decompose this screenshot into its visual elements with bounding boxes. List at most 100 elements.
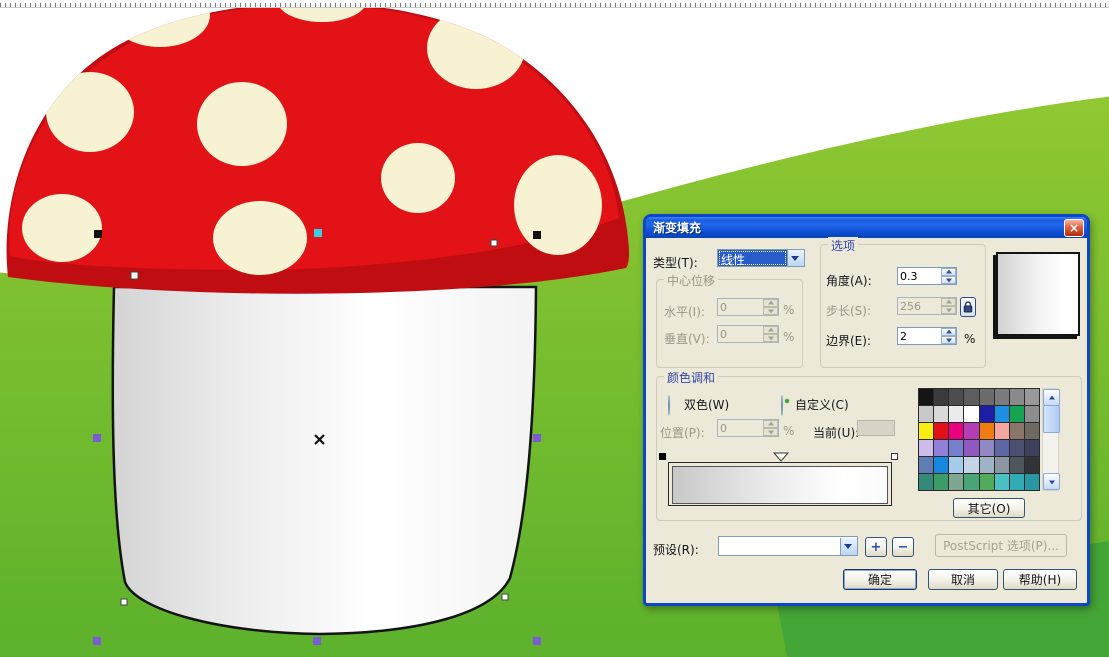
angle-input[interactable] (898, 268, 941, 284)
edge-field[interactable] (897, 327, 957, 345)
palette-swatch[interactable] (979, 474, 994, 490)
palette-swatch[interactable] (964, 389, 979, 405)
palette-swatch[interactable] (934, 406, 949, 422)
spot[interactable] (514, 155, 602, 255)
node-handle-hollow[interactable] (130, 271, 139, 280)
others-button[interactable]: 其它(O) (953, 498, 1025, 518)
ok-button[interactable]: 确定 (843, 569, 917, 590)
palette-swatch[interactable] (934, 457, 949, 473)
palette-swatch[interactable] (1024, 440, 1039, 456)
cancel-button[interactable]: 取消 (928, 569, 998, 590)
angle-field[interactable] (897, 267, 957, 285)
palette-swatch[interactable] (1009, 406, 1024, 422)
selection-handle[interactable] (533, 434, 541, 442)
edge-input[interactable] (898, 328, 941, 344)
palette-swatch[interactable] (949, 423, 964, 439)
palette-swatch[interactable] (1009, 474, 1024, 490)
spot[interactable] (22, 194, 102, 262)
palette-swatch[interactable] (949, 457, 964, 473)
palette-scrollbar[interactable] (1042, 388, 1060, 491)
palette-swatch[interactable] (1024, 389, 1039, 405)
dialog-title: 渐变填充 (653, 221, 702, 235)
palette-swatch[interactable] (949, 474, 964, 490)
palette-swatch[interactable] (1009, 457, 1024, 473)
edge-spinner[interactable] (941, 328, 956, 344)
palette-swatch[interactable] (994, 406, 1009, 422)
palette-swatch[interactable] (964, 423, 979, 439)
palette-swatch[interactable] (994, 423, 1009, 439)
palette-swatch[interactable] (934, 440, 949, 456)
palette-swatch[interactable] (919, 440, 934, 456)
selection-handle[interactable] (93, 637, 101, 645)
scroll-down-icon[interactable] (1043, 473, 1060, 490)
scrollbar-thumb[interactable] (1043, 405, 1060, 433)
help-button[interactable]: 帮助(H) (1003, 569, 1077, 590)
palette-swatch[interactable] (919, 457, 934, 473)
dialog-titlebar[interactable]: 渐变填充 (646, 217, 1087, 238)
palette-swatch[interactable] (994, 474, 1009, 490)
custom-radio[interactable] (781, 395, 783, 416)
horizontal-spinner (763, 299, 778, 315)
palette-swatch[interactable] (919, 406, 934, 422)
chevron-down-icon[interactable] (787, 250, 804, 266)
lock-icon (963, 301, 973, 313)
palette-swatch[interactable] (949, 440, 964, 456)
palette-swatch[interactable] (979, 440, 994, 456)
palette-swatch[interactable] (1024, 474, 1039, 490)
palette-swatch[interactable] (1024, 457, 1039, 473)
palette-swatch[interactable] (964, 440, 979, 456)
palette-swatch[interactable] (919, 389, 934, 405)
palette-swatch[interactable] (994, 389, 1009, 405)
gradient-stop-end-marker[interactable] (891, 453, 898, 460)
palette-swatch[interactable] (1009, 440, 1024, 456)
palette-swatch[interactable] (1009, 423, 1024, 439)
scroll-up-icon[interactable] (1043, 389, 1060, 406)
position-label: 位置(P): (660, 426, 705, 440)
palette-swatch[interactable] (934, 474, 949, 490)
type-dropdown[interactable]: 线性 (717, 249, 805, 267)
chevron-down-icon[interactable] (840, 538, 857, 555)
palette-swatch[interactable] (964, 406, 979, 422)
close-icon[interactable]: × (1064, 219, 1084, 237)
node-handle-hollow[interactable] (120, 598, 128, 606)
spot[interactable] (381, 143, 455, 213)
node-handle-black[interactable] (94, 230, 102, 238)
palette-swatch[interactable] (994, 457, 1009, 473)
mushroom-stem[interactable] (111, 285, 538, 636)
two-color-radio[interactable] (668, 395, 670, 416)
palette-swatch[interactable] (919, 423, 934, 439)
palette-swatch[interactable] (979, 457, 994, 473)
steps-lock-button[interactable] (960, 297, 976, 317)
selection-handle[interactable] (93, 434, 101, 442)
angle-spinner[interactable] (941, 268, 956, 284)
palette-swatch[interactable] (979, 423, 994, 439)
palette-swatch[interactable] (949, 389, 964, 405)
color-palette (918, 388, 1040, 491)
add-preset-button[interactable]: + (865, 537, 887, 557)
spot[interactable] (213, 201, 307, 275)
palette-swatch[interactable] (1024, 406, 1039, 422)
node-handle-cyan[interactable] (314, 229, 322, 237)
palette-swatch[interactable] (964, 457, 979, 473)
node-handle-hollow[interactable] (501, 593, 509, 601)
gradient-bar[interactable] (668, 462, 892, 506)
node-handle-black[interactable] (533, 231, 541, 239)
palette-swatch[interactable] (1009, 389, 1024, 405)
spot[interactable] (197, 82, 287, 166)
gradient-midpoint-marker[interactable] (773, 452, 789, 462)
palette-swatch[interactable] (934, 389, 949, 405)
palette-swatch[interactable] (994, 440, 1009, 456)
remove-preset-button[interactable]: − (892, 537, 914, 557)
node-handle-hollow[interactable] (490, 239, 498, 247)
palette-swatch[interactable] (949, 406, 964, 422)
selection-handle[interactable] (313, 637, 321, 645)
palette-swatch[interactable] (979, 406, 994, 422)
palette-swatch[interactable] (964, 474, 979, 490)
presets-dropdown[interactable] (718, 536, 858, 556)
palette-swatch[interactable] (934, 423, 949, 439)
palette-swatch[interactable] (919, 474, 934, 490)
gradient-stop-start-marker[interactable] (659, 453, 666, 460)
selection-handle[interactable] (533, 637, 541, 645)
palette-swatch[interactable] (979, 389, 994, 405)
palette-swatch[interactable] (1024, 423, 1039, 439)
